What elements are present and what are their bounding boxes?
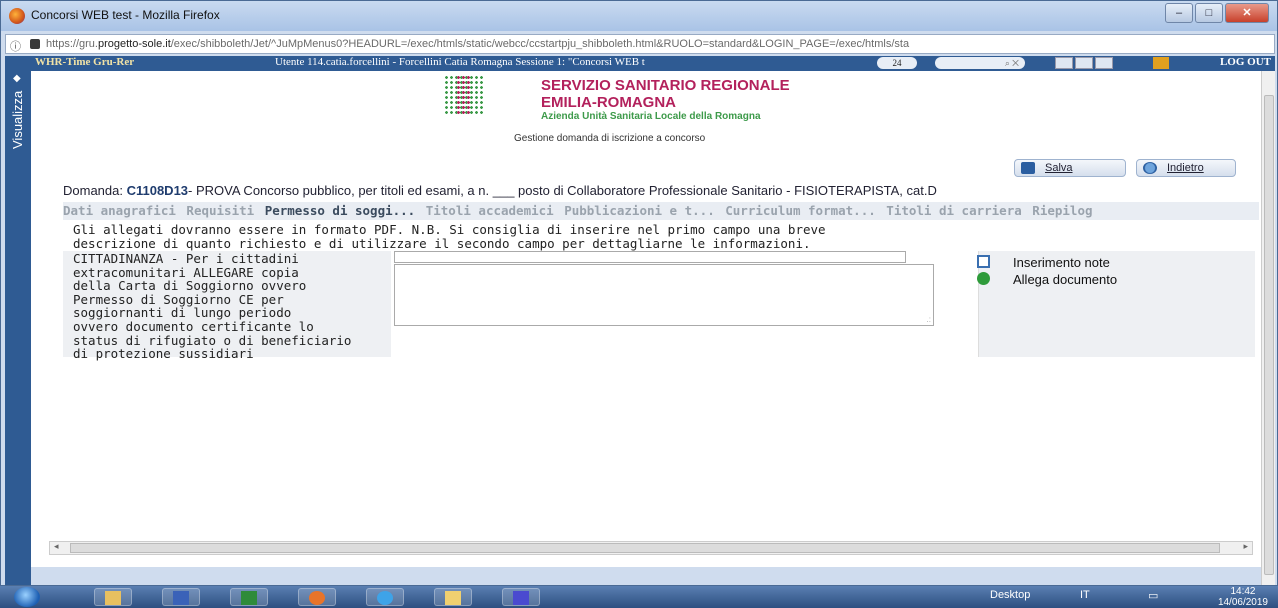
domanda-title: Domanda: C1108D13- PROVA Concorso pubbli… <box>63 183 937 198</box>
session-badge[interactable]: 24 <box>877 57 917 69</box>
tab-titoli-carriera[interactable]: Titoli di carriera <box>886 202 1024 220</box>
save-button[interactable]: Salva <box>1014 159 1126 177</box>
word-taskbar-button[interactable] <box>162 588 200 606</box>
people-icon[interactable] <box>1075 57 1093 69</box>
cittadinanza-label: CITTADINANZA - Per i cittadini extracomu… <box>73 252 383 361</box>
scroll-right-icon[interactable]: ▸ <box>1243 541 1248 552</box>
maximize-button[interactable]: □ <box>1195 3 1223 23</box>
lock-icon[interactable] <box>30 39 40 49</box>
vertical-scrollbar[interactable] <box>1261 71 1275 585</box>
label-line: extracomunitari ALLEGARE copia <box>73 264 299 280</box>
horizontal-scrollbar[interactable]: ◂ ▸ <box>49 541 1253 555</box>
logout-link[interactable]: LOG OUT <box>1220 56 1271 68</box>
label-line: status di rifugiato o di beneficiario <box>73 332 352 348</box>
scroll-thumb[interactable] <box>70 543 1220 553</box>
firefox-icon <box>9 8 25 24</box>
clock-time: 14:42 <box>1230 586 1256 597</box>
start-button[interactable] <box>14 587 40 607</box>
org-line3: Azienda Unità Sanitaria Locale della Rom… <box>541 111 761 122</box>
excel-taskbar-button[interactable] <box>230 588 268 606</box>
network-icon[interactable]: ▭ <box>1148 589 1158 602</box>
app-taskbar-button[interactable] <box>502 588 540 606</box>
attachments-info: Gli allegati dovranno essere in formato … <box>73 223 826 251</box>
tab-riepilogo[interactable]: Riepilog <box>1032 202 1095 220</box>
tab-dati-anagrafici[interactable]: Dati anagrafici <box>63 202 179 220</box>
label-line: ovvero documento certificante lo <box>73 318 314 334</box>
org-line1: SERVIZIO SANITARIO REGIONALE <box>541 77 790 94</box>
doc-icon[interactable] <box>1055 57 1073 69</box>
settings-icon[interactable] <box>1095 57 1113 69</box>
window-title: Concorsi WEB test - Mozilla Firefox <box>31 8 220 22</box>
firefox-taskbar-button[interactable] <box>298 588 336 606</box>
explorer-taskbar-button[interactable] <box>94 588 132 606</box>
org-line2: EMILIA-ROMAGNA <box>541 94 676 111</box>
details-textarea[interactable]: .: <box>394 264 934 326</box>
label-line: Permesso di Soggiorno CE per <box>73 291 284 307</box>
info-line: descrizione di quanto richiesto e di uti… <box>73 236 811 251</box>
ie-taskbar-button[interactable] <box>366 588 404 606</box>
label-line: CITTADINANZA - Per i cittadini <box>73 251 299 266</box>
label-line: della Carta di Soggiorno ovvero <box>73 278 307 294</box>
sidebar[interactable]: ◆ Visualizza <box>5 71 31 585</box>
info-line: Gli allegati dovranno essere in formato … <box>73 222 826 237</box>
sidebar-label[interactable]: Visualizza <box>10 79 25 149</box>
folder-taskbar-button[interactable] <box>434 588 472 606</box>
edit-note-icon <box>977 255 990 268</box>
resize-grip-icon[interactable]: .: <box>927 315 931 324</box>
cittadinanza-section: CITTADINANZA - Per i cittadini extracomu… <box>63 251 1255 360</box>
floppy-icon <box>1021 162 1035 174</box>
language-indicator[interactable]: IT <box>1080 589 1090 601</box>
label-line: di protezione sussidiari <box>73 346 254 362</box>
main-content: SERVIZIO SANITARIO REGIONALE EMILIA-ROMA… <box>31 71 1261 567</box>
toolbar-icons <box>1055 57 1113 69</box>
info-icon[interactable]: ⓘ <box>10 38 21 54</box>
system-clock[interactable]: 14:42 14/06/2019 <box>1218 586 1268 608</box>
favorites-icon[interactable] <box>1153 57 1169 69</box>
app-brand: WHR-Time Gru-Rer <box>35 56 135 68</box>
window-titlebar: Concorsi WEB test - Mozilla Firefox – □ … <box>1 1 1277 31</box>
label-line: soggiornanti di lungo periodo <box>73 305 292 321</box>
page-subtitle: Gestione domanda di iscrizione a concors… <box>514 133 706 144</box>
search-field[interactable]: ⌕ ✕ <box>935 57 1025 69</box>
tab-curriculum[interactable]: Curriculum format... <box>725 202 879 220</box>
tab-requisiti[interactable]: Requisiti <box>186 202 257 220</box>
minimize-button[interactable]: – <box>1165 3 1193 23</box>
insert-notes-link[interactable]: Inserimento note <box>977 255 1110 270</box>
tab-permesso-soggiorno[interactable]: Permesso di soggi... <box>265 202 419 220</box>
clock-date: 14/06/2019 <box>1217 597 1268 608</box>
close-button[interactable]: ✕ <box>1225 3 1269 23</box>
attach-document-link[interactable]: Allega documento <box>977 272 1117 287</box>
scroll-left-icon[interactable]: ◂ <box>54 541 59 552</box>
tab-titoli-accademici[interactable]: Titoli accademici <box>426 202 557 220</box>
back-button[interactable]: Indietro <box>1136 159 1236 177</box>
ssr-logo-icon <box>444 75 484 115</box>
browser-window: Concorsi WEB test - Mozilla Firefox – □ … <box>0 0 1278 586</box>
back-arrow-icon <box>1143 162 1157 174</box>
add-icon <box>977 272 990 285</box>
url-text[interactable]: https://gru.progetto-sole.it/exec/shibbo… <box>46 38 1271 50</box>
tab-pubblicazioni[interactable]: Pubblicazioni e t... <box>564 202 718 220</box>
description-input[interactable] <box>394 251 906 263</box>
user-session-info: Utente 114.catia.forcellini - Forcellini… <box>275 56 645 68</box>
tab-bar: Dati anagrafici Requisiti Permesso di so… <box>63 202 1259 220</box>
windows-taskbar: Desktop IT ▭ 14:42 14/06/2019 <box>0 586 1278 608</box>
address-bar[interactable]: ⓘ https://gru.progetto-sole.it/exec/shib… <box>5 34 1275 54</box>
desktop-toolbar[interactable]: Desktop <box>990 589 1030 601</box>
app-header-bar: WHR-Time Gru-Rer Utente 114.catia.forcel… <box>5 56 1275 71</box>
